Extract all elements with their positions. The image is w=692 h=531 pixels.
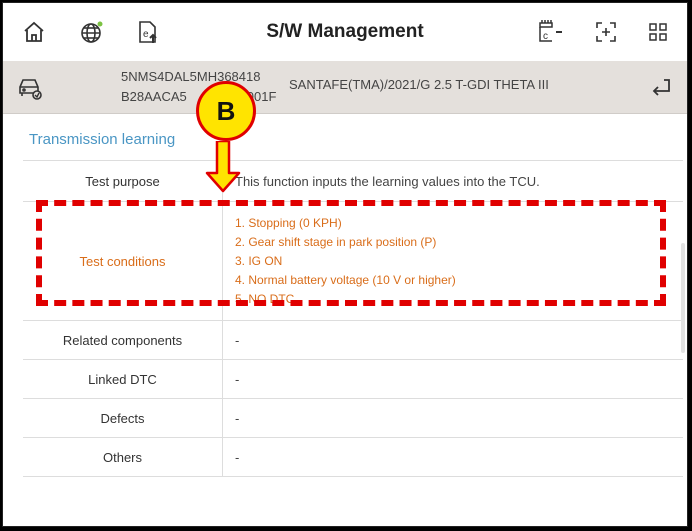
svg-text:c: c — [543, 31, 548, 42]
row-value: - — [235, 410, 240, 426]
row-label: Related components — [23, 321, 223, 359]
row-label: Linked DTC — [23, 360, 223, 398]
callout-badge: B — [196, 81, 256, 141]
row-value: - — [235, 332, 240, 348]
highlight-box — [36, 200, 666, 306]
vehicle-diagnostic-icon[interactable] — [15, 73, 45, 103]
screenshot-icon[interactable] — [591, 17, 621, 47]
return-icon[interactable] — [649, 75, 675, 101]
table-row: Test purpose This function inputs the le… — [23, 161, 683, 202]
upload-icon[interactable]: e — [133, 17, 163, 47]
connection-icon[interactable]: c — [535, 17, 565, 47]
table-row: Defects - — [23, 399, 683, 438]
table-row: Related components - — [23, 321, 683, 360]
row-label: Defects — [23, 399, 223, 437]
home-icon[interactable] — [19, 17, 49, 47]
globe-icon[interactable] — [77, 17, 107, 47]
row-label: Others — [23, 438, 223, 476]
scrollbar[interactable] — [681, 243, 685, 353]
vehicle-info-bar: 5NMS4DAL5MH368418 B28AACA5 001F SANTAFE(T… — [3, 61, 687, 114]
vehicle-model: SANTAFE(TMA)/2021/G 2.5 T-GDI THETA III — [289, 77, 549, 92]
row-value: This function inputs the learning values… — [235, 173, 540, 189]
section-title: Transmission learning — [29, 131, 176, 148]
top-bar: e S/W Management c — [3, 3, 687, 62]
grid-icon[interactable] — [643, 17, 673, 47]
row-value: - — [235, 449, 240, 465]
vin-line-1: 5NMS4DAL5MH368418 — [121, 69, 261, 84]
vin-line-2-head: B28AACA5 — [121, 89, 187, 104]
svg-text:e: e — [143, 29, 149, 40]
app-window: e S/W Management c 5NMS4DAL5MH368418 B28… — [2, 2, 688, 527]
table-row: Others - — [23, 438, 683, 477]
down-arrow-icon — [205, 141, 241, 193]
row-label: Test purpose — [23, 161, 223, 201]
table-row: Linked DTC - — [23, 360, 683, 399]
row-value: - — [235, 371, 240, 387]
